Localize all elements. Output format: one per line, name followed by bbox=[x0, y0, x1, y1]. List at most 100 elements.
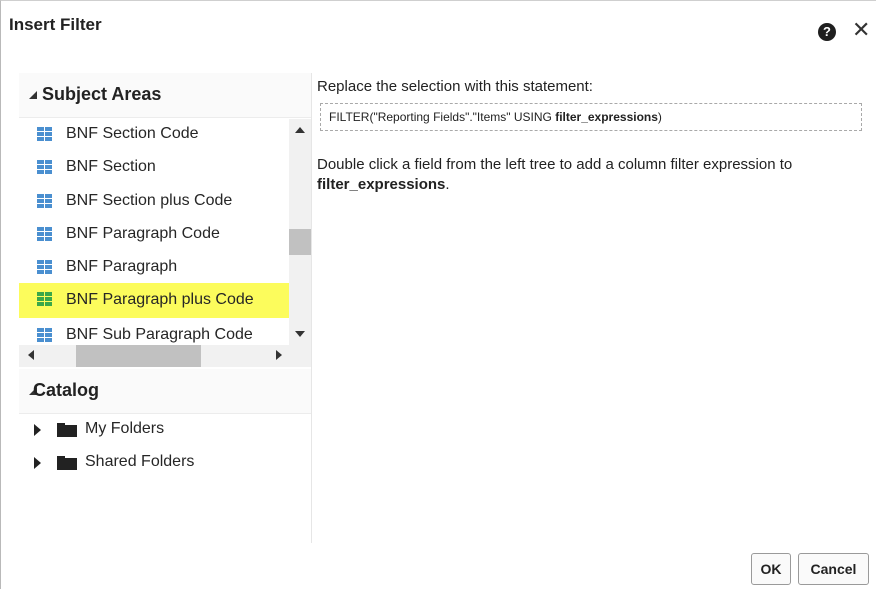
catalog-item-label: Shared Folders bbox=[85, 453, 195, 470]
vertical-scrollbar[interactable] bbox=[289, 119, 311, 345]
filter-statement-box[interactable]: FILTER("Reporting Fields"."Items" USING … bbox=[320, 103, 862, 131]
folder-icon bbox=[57, 456, 77, 470]
column-icon-cell bbox=[45, 132, 52, 136]
tree-item-selected[interactable]: BNF Paragraph plus Code bbox=[19, 283, 289, 318]
collapse-triangle-icon[interactable] bbox=[29, 91, 37, 99]
expand-triangle-icon[interactable] bbox=[34, 457, 41, 469]
subject-areas-tree: BNF Section Code BNF Section BNF Section… bbox=[19, 119, 289, 345]
column-icon-cell bbox=[37, 137, 44, 141]
help-text-placeholder: filter_expressions bbox=[317, 176, 446, 193]
column-icon-cell bbox=[45, 160, 52, 164]
column-icon-cell bbox=[45, 292, 52, 296]
cancel-button[interactable]: Cancel bbox=[798, 553, 869, 585]
scroll-up-arrow-icon[interactable] bbox=[295, 127, 305, 133]
column-icon-cell bbox=[37, 165, 44, 169]
tree-item[interactable]: BNF Sub Paragraph Code bbox=[19, 319, 289, 345]
column-icon-cell bbox=[45, 137, 52, 141]
column-icon-cell bbox=[45, 265, 52, 269]
folder-icon bbox=[57, 423, 77, 437]
column-icon-cell bbox=[37, 270, 44, 274]
column-icon-cell bbox=[45, 237, 52, 241]
column-icon-cell bbox=[37, 194, 44, 198]
subject-areas-title: Subject Areas bbox=[42, 84, 162, 104]
column-icon-cell bbox=[45, 297, 52, 301]
column-icon-cell bbox=[37, 127, 44, 131]
tree-item-label: BNF Paragraph plus Code bbox=[66, 291, 254, 308]
column-icon-cell bbox=[45, 204, 52, 208]
instruction-text: Replace the selection with this statemen… bbox=[317, 78, 593, 95]
catalog-header[interactable]: Catalog bbox=[19, 369, 311, 414]
dialog-title: Insert Filter bbox=[9, 15, 102, 34]
column-icon-cell bbox=[45, 338, 52, 342]
tree-item[interactable]: BNF Section Code bbox=[19, 119, 289, 151]
horizontal-scroll-thumb[interactable] bbox=[76, 345, 201, 367]
column-icon-cell bbox=[45, 333, 52, 337]
column-icon-cell bbox=[37, 265, 44, 269]
catalog-title: Catalog bbox=[33, 380, 100, 400]
tree-item-label: BNF Paragraph bbox=[66, 258, 178, 275]
help-text-suffix: . bbox=[445, 176, 450, 193]
catalog-item-shared-folders[interactable]: Shared Folders bbox=[19, 447, 311, 479]
column-icon-cell bbox=[37, 160, 44, 164]
catalog-item-label: My Folders bbox=[85, 420, 165, 437]
column-icon-cell bbox=[37, 170, 44, 174]
statement-prefix: FILTER("Reporting Fields"."Items" USING bbox=[329, 110, 556, 124]
scroll-down-arrow-icon[interactable] bbox=[295, 331, 305, 337]
column-icon-cell bbox=[45, 170, 52, 174]
scroll-right-arrow-icon[interactable] bbox=[276, 350, 282, 360]
tree-item-label: BNF Section plus Code bbox=[66, 192, 233, 209]
subject-areas-header[interactable]: Subject Areas bbox=[19, 73, 311, 118]
column-icon-cell bbox=[37, 333, 44, 337]
column-icon-cell bbox=[45, 270, 52, 274]
column-icon-cell bbox=[37, 302, 44, 306]
column-icon-cell bbox=[45, 165, 52, 169]
left-pane: Subject Areas BNF Section Code BNF Secti… bbox=[19, 73, 312, 543]
tree-item-label: BNF Section Code bbox=[66, 125, 199, 142]
column-icon bbox=[37, 227, 52, 242]
help-text-prefix: Double click a field from the left tree … bbox=[317, 156, 793, 173]
dialog-titlebar: Insert Filter ? ✕ bbox=[1, 1, 876, 59]
column-icon-cell bbox=[37, 260, 44, 264]
help-text: Double click a field from the left tree … bbox=[317, 155, 867, 195]
column-icon-cell bbox=[45, 260, 52, 264]
column-icon-cell bbox=[45, 194, 52, 198]
column-icon-cell bbox=[37, 132, 44, 136]
vertical-scroll-thumb[interactable] bbox=[289, 229, 311, 255]
statement-placeholder: filter_expressions bbox=[555, 110, 658, 124]
ok-button[interactable]: OK bbox=[751, 553, 791, 585]
column-icon-cell bbox=[37, 292, 44, 296]
column-icon bbox=[37, 160, 52, 175]
catalog-item-my-folders[interactable]: My Folders bbox=[19, 414, 311, 446]
column-icon-cell bbox=[37, 297, 44, 301]
column-icon-cell bbox=[45, 328, 52, 332]
tree-item-label: BNF Sub Paragraph Code bbox=[66, 326, 253, 343]
tree-item[interactable]: BNF Section plus Code bbox=[19, 185, 289, 218]
column-icon-cell bbox=[37, 227, 44, 231]
tree-item[interactable]: BNF Paragraph Code bbox=[19, 218, 289, 251]
column-icon bbox=[37, 292, 52, 307]
insert-filter-dialog: Insert Filter ? ✕ Subject Areas BNF Sect… bbox=[0, 0, 876, 589]
tree-item-label: BNF Section bbox=[66, 158, 156, 175]
column-icon bbox=[37, 194, 52, 209]
column-icon-cell bbox=[45, 232, 52, 236]
column-icon-cell bbox=[45, 227, 52, 231]
column-icon-cell bbox=[37, 328, 44, 332]
column-icon bbox=[37, 328, 52, 343]
column-icon-cell bbox=[37, 199, 44, 203]
column-icon-cell bbox=[37, 338, 44, 342]
horizontal-scrollbar[interactable] bbox=[19, 345, 311, 367]
help-icon[interactable]: ? bbox=[818, 23, 836, 41]
column-icon-cell bbox=[37, 232, 44, 236]
column-icon-cell bbox=[45, 302, 52, 306]
column-icon-cell bbox=[37, 237, 44, 241]
tree-item-label: BNF Paragraph Code bbox=[66, 225, 220, 242]
column-icon-cell bbox=[37, 204, 44, 208]
column-icon bbox=[37, 260, 52, 275]
tree-item[interactable]: BNF Section bbox=[19, 151, 289, 184]
tree-item[interactable]: BNF Paragraph bbox=[19, 251, 289, 284]
expand-triangle-icon[interactable] bbox=[34, 424, 41, 436]
statement-suffix: ) bbox=[657, 110, 662, 124]
column-icon bbox=[37, 127, 52, 142]
scroll-left-arrow-icon[interactable] bbox=[28, 350, 34, 360]
close-icon[interactable]: ✕ bbox=[852, 18, 870, 42]
